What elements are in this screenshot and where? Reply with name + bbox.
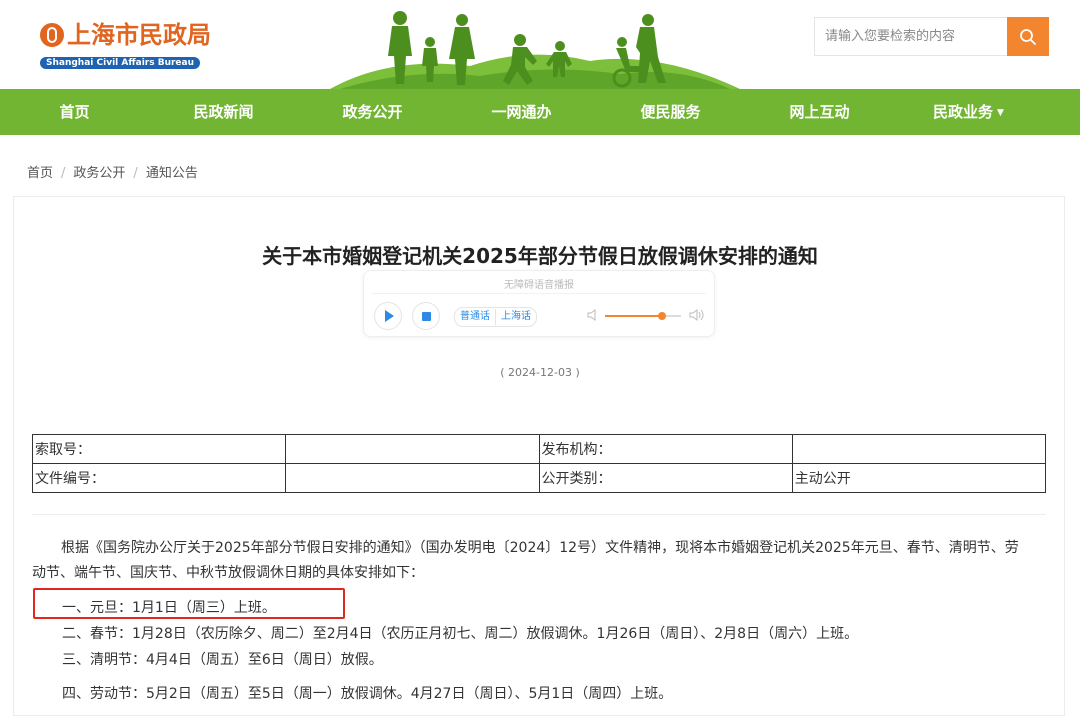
breadcrumb: 首页 / 政务公开 / 通知公告 bbox=[27, 162, 198, 181]
red-highlight-box bbox=[33, 588, 345, 619]
holiday-item-labor-day: 四、劳动节：5月2日（周五）至5日（周一）放假调休。4月27日（周日）、5月1日… bbox=[62, 686, 673, 702]
language-switch: 普通话 上海话 bbox=[454, 307, 537, 327]
volume-slider-fill bbox=[605, 315, 662, 317]
article-title: 关于本市婚姻登记机关2025年部分节假日放假调休安排的通知 bbox=[262, 244, 818, 268]
search-icon bbox=[1020, 28, 1036, 45]
table-row: 索取号： 发布机构： bbox=[31, 434, 1047, 464]
nav-item-home[interactable]: 首页 bbox=[0, 89, 149, 135]
holiday-item-qingming: 三、清明节：4月4日（周五）至6日（周日）放假。 bbox=[62, 652, 383, 668]
player-divider bbox=[372, 293, 706, 294]
caret-down-icon: ▼ bbox=[997, 108, 1004, 118]
table-cell: 索取号： bbox=[31, 434, 287, 464]
audio-player-label: 无障碍语音播报 bbox=[504, 280, 574, 291]
divider bbox=[32, 514, 1046, 515]
lang-mandarin[interactable]: 普通话 bbox=[455, 309, 495, 325]
play-icon bbox=[385, 310, 394, 322]
breadcrumb-home[interactable]: 首页 bbox=[27, 166, 53, 181]
volume-low-icon bbox=[587, 309, 596, 321]
nav-item-online-interaction[interactable]: 网上互动 bbox=[745, 89, 894, 135]
logo-emblem-icon bbox=[40, 23, 64, 47]
logo-english-name: Shanghai Civil Affairs Bureau bbox=[40, 57, 201, 69]
search-input[interactable] bbox=[814, 17, 1007, 56]
play-button[interactable] bbox=[374, 302, 402, 330]
table-cell: 发布机构： bbox=[538, 434, 793, 464]
logo-chinese-name: 上海市民政局 bbox=[67, 21, 211, 49]
article-intro-paragraph: 根据《国务院办公厅关于2025年部分节假日安排的通知》（国办发明电〔2024〕1… bbox=[32, 540, 1019, 581]
nav-item-public-service[interactable]: 便民服务 bbox=[596, 89, 745, 135]
search-bar bbox=[814, 17, 1049, 56]
stop-button[interactable] bbox=[412, 302, 440, 330]
nav-item-news[interactable]: 民政新闻 bbox=[149, 89, 298, 135]
volume-high-icon bbox=[689, 309, 704, 321]
main-nav: 首页 民政新闻 政务公开 一网通办 便民服务 网上互动 民政业务 ▼ bbox=[0, 89, 1080, 135]
table-cell bbox=[791, 434, 1047, 464]
volume-slider-handle[interactable] bbox=[658, 312, 666, 320]
volume-slider[interactable] bbox=[605, 312, 681, 320]
stop-icon bbox=[422, 312, 431, 321]
search-button[interactable] bbox=[1007, 17, 1049, 56]
family-silhouette-banner bbox=[330, 11, 740, 89]
holiday-item-spring-festival: 二、春节：1月28日（农历除夕、周二）至2月4日（农历正月初七、周二）放假调休。… bbox=[62, 626, 859, 642]
audio-player: 无障碍语音播报 bbox=[363, 270, 715, 337]
document-meta-table: 索取号： 发布机构： 文件编号： 公开类别： 主动公开 bbox=[31, 434, 1047, 493]
table-cell: 文件编号： bbox=[31, 463, 287, 493]
publish-date: ( 2024-12-03 ) bbox=[500, 366, 580, 379]
site-logo[interactable]: 上海市民政局 Shanghai Civil Affairs Bureau bbox=[40, 20, 228, 74]
site-header: 上海市民政局 Shanghai Civil Affairs Bureau bbox=[0, 0, 1080, 89]
table-cell bbox=[285, 463, 540, 493]
table-cell bbox=[285, 434, 540, 464]
table-row: 文件编号： 公开类别： 主动公开 bbox=[31, 463, 1047, 493]
breadcrumb-notices[interactable]: 通知公告 bbox=[146, 166, 198, 181]
table-cell: 公开类别： bbox=[538, 463, 793, 493]
breadcrumb-separator: / bbox=[61, 166, 66, 181]
nav-item-one-stop-service[interactable]: 一网通办 bbox=[447, 89, 596, 135]
nav-item-label: 民政业务 bbox=[933, 103, 994, 121]
breadcrumb-government-affairs[interactable]: 政务公开 bbox=[73, 166, 125, 181]
nav-item-civil-affairs-business[interactable]: 民政业务 ▼ bbox=[894, 89, 1043, 135]
lang-shanghainese[interactable]: 上海话 bbox=[495, 309, 536, 325]
nav-item-government-affairs[interactable]: 政务公开 bbox=[298, 89, 447, 135]
table-cell: 主动公开 bbox=[791, 463, 1047, 493]
breadcrumb-separator: / bbox=[133, 166, 138, 181]
